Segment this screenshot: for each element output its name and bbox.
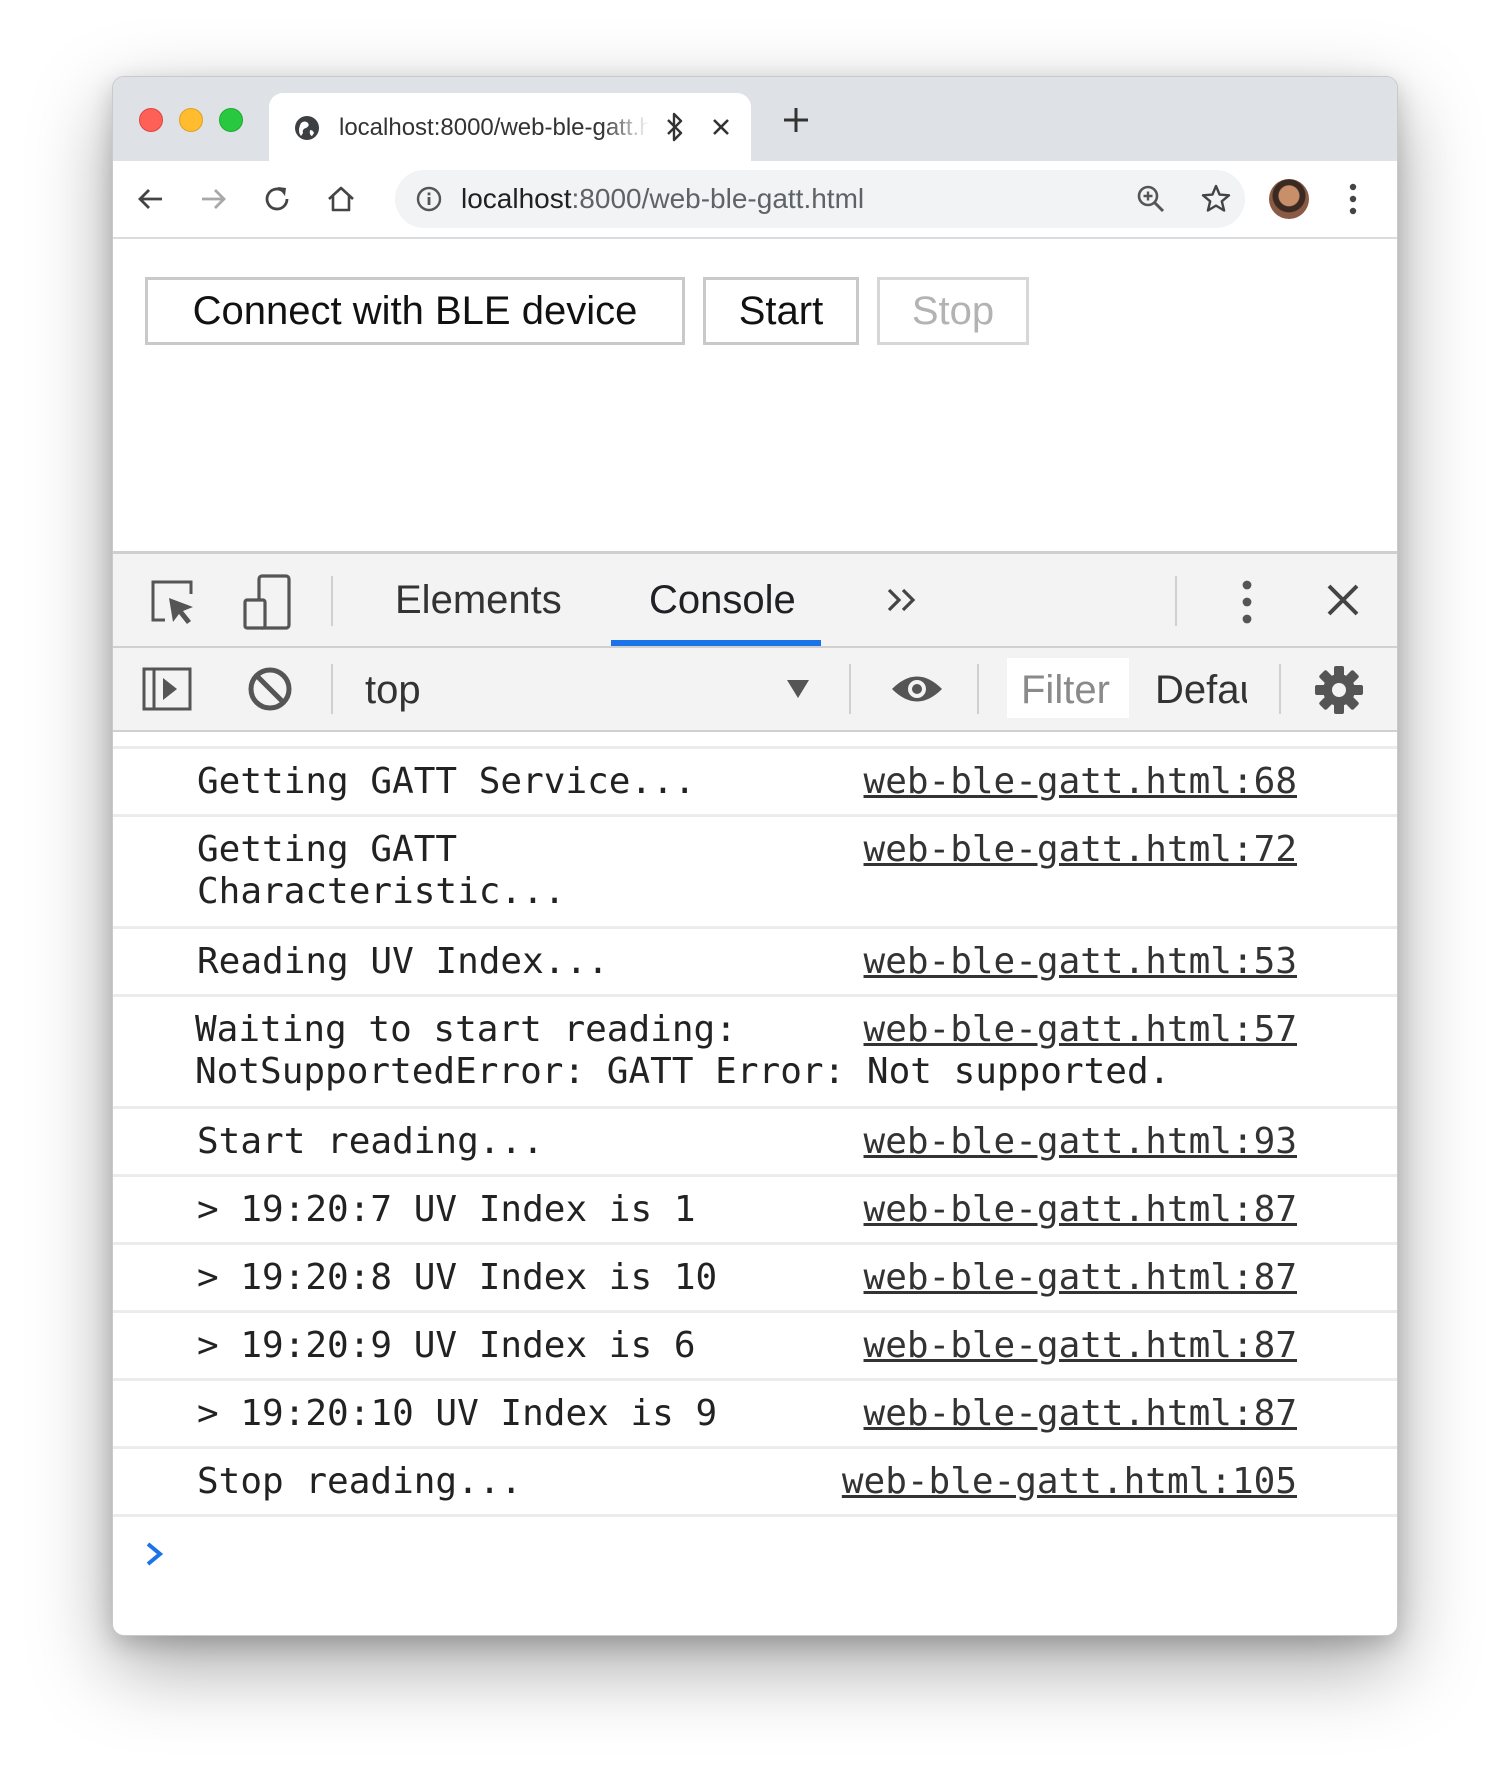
console-settings-gear-icon[interactable] <box>1313 664 1365 716</box>
close-window-button[interactable] <box>139 108 163 132</box>
new-tab-icon[interactable] <box>779 103 813 137</box>
console-source-link[interactable]: web-ble-gatt.html:87 <box>864 1393 1297 1435</box>
console-message-text: Stop reading... <box>197 1461 523 1502</box>
globe-icon <box>295 116 319 140</box>
tab-console[interactable]: Console <box>649 578 796 622</box>
console-source-link[interactable]: web-ble-gatt.html:68 <box>864 761 1297 803</box>
console-message: Waiting to start reading: NotSupportedEr… <box>113 997 1397 1109</box>
bookmark-star-icon[interactable] <box>1199 182 1233 216</box>
console-message-text: > 19:20:10 UV Index is 9 <box>197 1393 718 1434</box>
console-message: > 19:20:8 UV Index is 10 web-ble-gatt.ht… <box>113 1245 1397 1313</box>
console-toolbar: top Filter Default levels <box>113 648 1397 732</box>
minimize-window-button[interactable] <box>179 108 203 132</box>
toolbar-divider <box>331 576 333 626</box>
console-message-text: Getting GATT Service... <box>197 761 696 802</box>
console-source-link[interactable]: web-ble-gatt.html:87 <box>864 1325 1297 1367</box>
console-message: > 19:20:9 UV Index is 6 web-ble-gatt.htm… <box>113 1313 1397 1381</box>
browser-toolbar: localhost:8000/web-ble-gatt.html <box>113 161 1397 239</box>
maximize-window-button[interactable] <box>219 108 243 132</box>
console-message-text: > 19:20:9 UV Index is 6 <box>197 1325 696 1366</box>
console-message-text: Start reading... <box>197 1121 544 1162</box>
devtools-menu-icon[interactable] <box>1241 578 1253 626</box>
browser-tab[interactable]: localhost:8000/web-ble-gatt.html <box>269 93 751 161</box>
back-arrow-icon[interactable] <box>135 183 167 215</box>
console-message: Stop reading... web-ble-gatt.html:105 <box>113 1449 1397 1517</box>
toolbar-divider <box>1175 576 1177 626</box>
filter-placeholder: Filter <box>1021 668 1110 712</box>
console-output: Getting GATT Service... web-ble-gatt.htm… <box>113 730 1397 1607</box>
tab-title: localhost:8000/web-ble-gatt.html <box>339 114 649 141</box>
console-message-text: > 19:20:8 UV Index is 10 <box>197 1257 718 1298</box>
profile-avatar[interactable] <box>1269 179 1309 219</box>
console-input-row[interactable] <box>113 1517 1397 1607</box>
info-icon[interactable] <box>415 185 443 213</box>
console-message: Getting GATT Characteristic... web-ble-g… <box>113 817 1397 929</box>
console-source-link[interactable]: web-ble-gatt.html:57 <box>864 1009 1297 1051</box>
tab-strip: localhost:8000/web-ble-gatt.html <box>113 77 1397 161</box>
console-message-text: > 19:20:7 UV Index is 1 <box>197 1189 696 1230</box>
page-content: Connect with BLE device Start Stop <box>113 239 1397 551</box>
home-icon[interactable] <box>325 183 357 215</box>
device-toolbar-icon[interactable] <box>241 572 295 632</box>
execution-context-select[interactable]: top <box>365 668 421 712</box>
show-sidebar-icon[interactable] <box>141 666 193 712</box>
toolbar-divider <box>977 664 979 714</box>
bluetooth-icon <box>667 112 683 142</box>
console-message: Reading UV Index... web-ble-gatt.html:53 <box>113 929 1397 997</box>
browser-window: localhost:8000/web-ble-gatt.html <box>112 76 1398 1636</box>
tab-elements[interactable]: Elements <box>395 578 562 622</box>
console-prompt-chevron-icon <box>146 1542 164 1566</box>
console-source-link[interactable]: web-ble-gatt.html:87 <box>864 1257 1297 1299</box>
reload-icon[interactable] <box>261 183 293 215</box>
start-button[interactable]: Start <box>703 277 859 345</box>
console-message: Start reading... web-ble-gatt.html:93 <box>113 1109 1397 1177</box>
console-message: Getting GATT Service... web-ble-gatt.htm… <box>113 749 1397 817</box>
active-tab-indicator <box>611 640 821 646</box>
live-expression-eye-icon[interactable] <box>889 672 945 706</box>
log-levels-select[interactable]: Default levels <box>1155 668 1247 712</box>
console-source-link[interactable]: web-ble-gatt.html:53 <box>864 941 1297 983</box>
forward-arrow-icon[interactable] <box>197 183 229 215</box>
dropdown-arrow-icon[interactable] <box>787 680 809 698</box>
stop-button[interactable]: Stop <box>877 277 1029 345</box>
close-devtools-icon[interactable] <box>1325 582 1361 618</box>
console-message: > 19:20:7 UV Index is 1 web-ble-gatt.htm… <box>113 1177 1397 1245</box>
url-host: localhost <box>461 183 572 214</box>
toolbar-divider <box>849 664 851 714</box>
console-row-divider <box>113 730 1397 749</box>
browser-menu-icon[interactable] <box>1347 181 1359 217</box>
console-message: > 19:20:10 UV Index is 9 web-ble-gatt.ht… <box>113 1381 1397 1449</box>
devtools-tab-bar: Elements Console <box>113 554 1397 648</box>
url-path: :8000/web-ble-gatt.html <box>571 183 865 214</box>
toolbar-divider <box>1279 664 1281 714</box>
console-filter-input[interactable]: Filter <box>1007 658 1129 718</box>
clear-console-icon[interactable] <box>247 666 293 712</box>
close-tab-icon[interactable] <box>709 115 733 139</box>
console-source-link[interactable]: web-ble-gatt.html:87 <box>864 1189 1297 1231</box>
zoom-icon[interactable] <box>1135 183 1167 215</box>
inspect-element-icon[interactable] <box>147 576 199 628</box>
more-tabs-icon[interactable] <box>885 584 919 616</box>
console-message-text: Reading UV Index... <box>197 941 609 982</box>
address-bar[interactable]: localhost:8000/web-ble-gatt.html <box>395 170 1245 228</box>
devtools-panel: Elements Console top Filter Defa Getting… <box>113 551 1397 1635</box>
url-text: localhost:8000/web-ble-gatt.html <box>461 183 864 215</box>
connect-ble-button[interactable]: Connect with BLE device <box>145 277 685 345</box>
console-source-link[interactable]: web-ble-gatt.html:72 <box>864 829 1297 871</box>
console-message-text: Getting GATT Characteristic... <box>197 829 566 912</box>
toolbar-divider <box>331 664 333 714</box>
console-source-link[interactable]: web-ble-gatt.html:93 <box>864 1121 1297 1163</box>
console-source-link[interactable]: web-ble-gatt.html:105 <box>842 1461 1297 1503</box>
